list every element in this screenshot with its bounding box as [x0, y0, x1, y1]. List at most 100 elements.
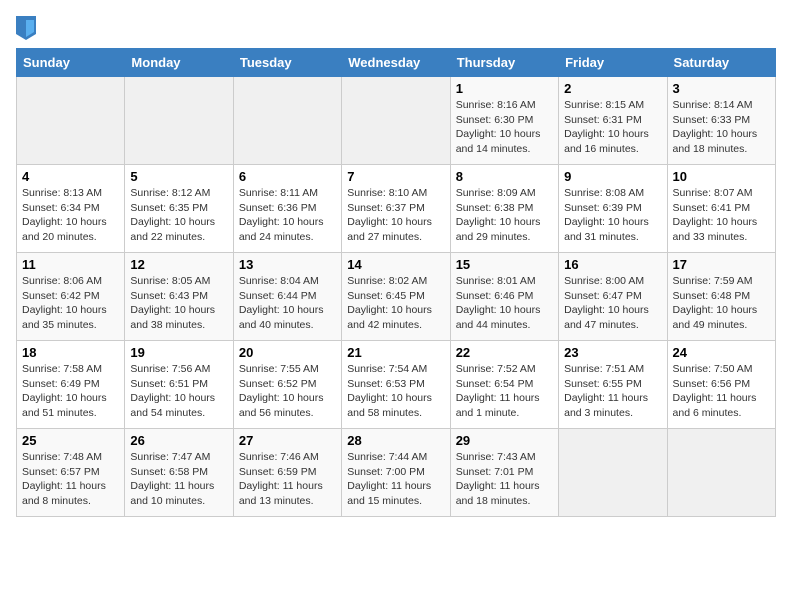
- calendar-cell: 20 Sunrise: 7:55 AMSunset: 6:52 PMDayligh…: [233, 341, 341, 429]
- day-number: 1: [456, 81, 553, 96]
- day-number: 21: [347, 345, 444, 360]
- day-info: Sunrise: 7:48 AMSunset: 6:57 PMDaylight:…: [22, 450, 119, 509]
- calendar-cell: [342, 77, 450, 165]
- day-info: Sunrise: 8:02 AMSunset: 6:45 PMDaylight:…: [347, 274, 444, 333]
- day-info: Sunrise: 7:46 AMSunset: 6:59 PMDaylight:…: [239, 450, 336, 509]
- day-info: Sunrise: 8:15 AMSunset: 6:31 PMDaylight:…: [564, 98, 661, 157]
- calendar-cell: 10 Sunrise: 8:07 AMSunset: 6:41 PMDayligh…: [667, 165, 775, 253]
- calendar-cell: 1 Sunrise: 8:16 AMSunset: 6:30 PMDaylight…: [450, 77, 558, 165]
- day-number: 15: [456, 257, 553, 272]
- day-info: Sunrise: 8:05 AMSunset: 6:43 PMDaylight:…: [130, 274, 227, 333]
- calendar-cell: 16 Sunrise: 8:00 AMSunset: 6:47 PMDayligh…: [559, 253, 667, 341]
- calendar-cell: 8 Sunrise: 8:09 AMSunset: 6:38 PMDaylight…: [450, 165, 558, 253]
- day-number: 27: [239, 433, 336, 448]
- day-number: 26: [130, 433, 227, 448]
- calendar-cell: [559, 429, 667, 517]
- calendar-week-row: 1 Sunrise: 8:16 AMSunset: 6:30 PMDaylight…: [17, 77, 776, 165]
- day-number: 20: [239, 345, 336, 360]
- calendar-cell: 14 Sunrise: 8:02 AMSunset: 6:45 PMDayligh…: [342, 253, 450, 341]
- weekday-header-tuesday: Tuesday: [233, 49, 341, 77]
- day-number: 22: [456, 345, 553, 360]
- day-info: Sunrise: 7:55 AMSunset: 6:52 PMDaylight:…: [239, 362, 336, 421]
- day-number: 12: [130, 257, 227, 272]
- calendar-cell: 26 Sunrise: 7:47 AMSunset: 6:58 PMDayligh…: [125, 429, 233, 517]
- day-info: Sunrise: 8:10 AMSunset: 6:37 PMDaylight:…: [347, 186, 444, 245]
- calendar-cell: [667, 429, 775, 517]
- day-info: Sunrise: 7:56 AMSunset: 6:51 PMDaylight:…: [130, 362, 227, 421]
- weekday-header-friday: Friday: [559, 49, 667, 77]
- day-number: 23: [564, 345, 661, 360]
- day-info: Sunrise: 7:47 AMSunset: 6:58 PMDaylight:…: [130, 450, 227, 509]
- day-info: Sunrise: 8:16 AMSunset: 6:30 PMDaylight:…: [456, 98, 553, 157]
- day-number: 18: [22, 345, 119, 360]
- day-info: Sunrise: 7:44 AMSunset: 7:00 PMDaylight:…: [347, 450, 444, 509]
- day-info: Sunrise: 8:01 AMSunset: 6:46 PMDaylight:…: [456, 274, 553, 333]
- day-number: 25: [22, 433, 119, 448]
- weekday-header-sunday: Sunday: [17, 49, 125, 77]
- calendar-week-row: 4Sunrise: 8:13 AMSunset: 6:34 PMDaylight…: [17, 165, 776, 253]
- day-number: 14: [347, 257, 444, 272]
- day-info: Sunrise: 8:00 AMSunset: 6:47 PMDaylight:…: [564, 274, 661, 333]
- day-info: Sunrise: 7:51 AMSunset: 6:55 PMDaylight:…: [564, 362, 661, 421]
- calendar-cell: 28 Sunrise: 7:44 AMSunset: 7:00 PMDayligh…: [342, 429, 450, 517]
- day-number: 10: [673, 169, 770, 184]
- calendar-cell: 13Sunrise: 8:04 AMSunset: 6:44 PMDayligh…: [233, 253, 341, 341]
- day-number: 19: [130, 345, 227, 360]
- weekday-header-wednesday: Wednesday: [342, 49, 450, 77]
- calendar-table: SundayMondayTuesdayWednesdayThursdayFrid…: [16, 48, 776, 517]
- calendar-cell: 19 Sunrise: 7:56 AMSunset: 6:51 PMDayligh…: [125, 341, 233, 429]
- calendar-cell: 2 Sunrise: 8:15 AMSunset: 6:31 PMDaylight…: [559, 77, 667, 165]
- calendar-cell: [125, 77, 233, 165]
- day-number: 28: [347, 433, 444, 448]
- day-number: 3: [673, 81, 770, 96]
- day-number: 29: [456, 433, 553, 448]
- calendar-cell: 11Sunrise: 8:06 AMSunset: 6:42 PMDayligh…: [17, 253, 125, 341]
- day-number: 2: [564, 81, 661, 96]
- day-info: Sunrise: 8:06 AMSunset: 6:42 PMDaylight:…: [22, 274, 119, 333]
- calendar-cell: 18Sunrise: 7:58 AMSunset: 6:49 PMDayligh…: [17, 341, 125, 429]
- page-header: [16, 16, 776, 40]
- calendar-week-row: 18Sunrise: 7:58 AMSunset: 6:49 PMDayligh…: [17, 341, 776, 429]
- day-number: 7: [347, 169, 444, 184]
- calendar-week-row: 11Sunrise: 8:06 AMSunset: 6:42 PMDayligh…: [17, 253, 776, 341]
- day-info: Sunrise: 8:09 AMSunset: 6:38 PMDaylight:…: [456, 186, 553, 245]
- day-info: Sunrise: 7:43 AMSunset: 7:01 PMDaylight:…: [456, 450, 553, 509]
- day-number: 17: [673, 257, 770, 272]
- weekday-header-thursday: Thursday: [450, 49, 558, 77]
- day-number: 24: [673, 345, 770, 360]
- day-info: Sunrise: 8:11 AMSunset: 6:36 PMDaylight:…: [239, 186, 336, 245]
- weekday-header-monday: Monday: [125, 49, 233, 77]
- day-info: Sunrise: 8:07 AMSunset: 6:41 PMDaylight:…: [673, 186, 770, 245]
- day-number: 8: [456, 169, 553, 184]
- calendar-cell: 6 Sunrise: 8:11 AMSunset: 6:36 PMDaylight…: [233, 165, 341, 253]
- day-info: Sunrise: 8:04 AMSunset: 6:44 PMDaylight:…: [239, 274, 336, 333]
- calendar-cell: 7 Sunrise: 8:10 AMSunset: 6:37 PMDaylight…: [342, 165, 450, 253]
- day-number: 6: [239, 169, 336, 184]
- logo-icon: [16, 16, 36, 40]
- day-number: 5: [130, 169, 227, 184]
- calendar-cell: 9 Sunrise: 8:08 AMSunset: 6:39 PMDaylight…: [559, 165, 667, 253]
- day-info: Sunrise: 7:52 AMSunset: 6:54 PMDaylight:…: [456, 362, 553, 421]
- day-info: Sunrise: 7:54 AMSunset: 6:53 PMDaylight:…: [347, 362, 444, 421]
- day-info: Sunrise: 7:59 AMSunset: 6:48 PMDaylight:…: [673, 274, 770, 333]
- calendar-cell: 5 Sunrise: 8:12 AMSunset: 6:35 PMDaylight…: [125, 165, 233, 253]
- day-info: Sunrise: 8:13 AMSunset: 6:34 PMDaylight:…: [22, 186, 119, 245]
- calendar-week-row: 25 Sunrise: 7:48 AMSunset: 6:57 PMDayligh…: [17, 429, 776, 517]
- weekday-header-row: SundayMondayTuesdayWednesdayThursdayFrid…: [17, 49, 776, 77]
- calendar-cell: [17, 77, 125, 165]
- day-number: 9: [564, 169, 661, 184]
- calendar-cell: 15 Sunrise: 8:01 AMSunset: 6:46 PMDayligh…: [450, 253, 558, 341]
- calendar-cell: [233, 77, 341, 165]
- calendar-cell: 12 Sunrise: 8:05 AMSunset: 6:43 PMDayligh…: [125, 253, 233, 341]
- calendar-cell: 21 Sunrise: 7:54 AMSunset: 6:53 PMDayligh…: [342, 341, 450, 429]
- calendar-cell: 23 Sunrise: 7:51 AMSunset: 6:55 PMDayligh…: [559, 341, 667, 429]
- day-info: Sunrise: 8:08 AMSunset: 6:39 PMDaylight:…: [564, 186, 661, 245]
- calendar-cell: 4Sunrise: 8:13 AMSunset: 6:34 PMDaylight…: [17, 165, 125, 253]
- calendar-cell: 22 Sunrise: 7:52 AMSunset: 6:54 PMDayligh…: [450, 341, 558, 429]
- day-number: 16: [564, 257, 661, 272]
- calendar-cell: 24Sunrise: 7:50 AMSunset: 6:56 PMDayligh…: [667, 341, 775, 429]
- logo: [16, 16, 40, 40]
- weekday-header-saturday: Saturday: [667, 49, 775, 77]
- day-info: Sunrise: 8:12 AMSunset: 6:35 PMDaylight:…: [130, 186, 227, 245]
- calendar-cell: 3Sunrise: 8:14 AMSunset: 6:33 PMDaylight…: [667, 77, 775, 165]
